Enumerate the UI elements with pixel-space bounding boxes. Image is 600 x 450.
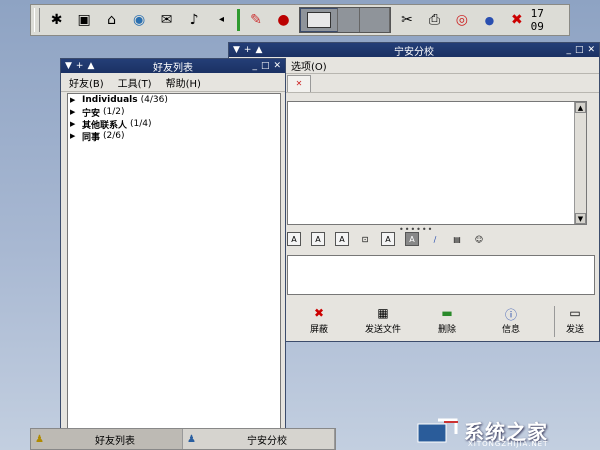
pager-desktop-4[interactable] [300,8,339,32]
group-count: (1/2) [103,107,125,117]
send-button[interactable]: ▭ 发送 [554,306,595,337]
send-label: 发送 [565,325,584,335]
maximize-icon[interactable]: □ [261,61,270,71]
font-icon[interactable]: A [381,232,395,246]
delete-button[interactable]: ▬ 删除 [415,306,479,337]
menu-icon[interactable]: ▼ [233,45,240,55]
panel-clock[interactable]: 17 09 [531,7,563,33]
buddy-titlebar[interactable]: ▼ + ▲ 好友列表 _ □ ✕ [61,59,285,74]
menu-buddies[interactable]: 好友(B) [69,75,104,90]
delete-label: 删除 [437,325,456,335]
tab-close-icon[interactable]: ✕ [287,74,311,92]
panel-grip[interactable] [34,8,40,32]
expander-icon[interactable]: ▶ [70,132,82,140]
file-manager-icon[interactable]: ⌂ [100,8,123,32]
delete-icon: ▬ [441,306,453,320]
buddy-tree[interactable]: ▶ Individuals (4/36) ▶ 宁安 (1/2) ▶ 其他联系人 … [67,93,281,433]
taskbar: ♟ 好友列表 ♟ 宁安分校 [30,428,336,450]
format-toolbar: A A A ⊡ A A ∕ ▤ ☺ [287,231,593,247]
pin-icon[interactable]: + [76,61,84,71]
close-icon[interactable]: ✕ [587,45,595,55]
expander-icon[interactable]: ▶ [70,96,82,104]
taskbar-item-buddy-list[interactable]: ♟ 好友列表 [31,429,183,449]
top-panel: ✱ ▣ ⌂ ◉ ✉ ♪ ◂ ✎ ● ✂ ⎙ ◎ ● ✖ 17 09 [30,4,570,36]
taskbar-item-chat[interactable]: ♟ 宁安分校 [183,429,335,449]
text-size-up-icon[interactable]: A [311,232,325,246]
send-icon: ▭ [569,306,581,320]
config-icon[interactable]: ✂ [395,8,418,32]
block-icon: ✖ [313,306,325,320]
launcher-icon[interactable]: ✱ [45,8,68,32]
chat-app-icon: ♟ [187,433,196,445]
minimize-icon[interactable]: _ [566,45,571,55]
group-count: (2/6) [103,131,125,141]
info-icon[interactable]: ● [478,8,501,32]
group-name: 同事 [82,132,101,143]
menu-options[interactable]: 选项(O) [291,58,327,73]
scroll-down-icon[interactable]: ▼ [575,213,586,224]
group-name: Individuals [82,95,138,105]
group-row[interactable]: ▶ 宁安 (1/2) [68,106,280,119]
panel-separator [237,9,241,31]
history-scrollbar[interactable]: ▲ ▼ [574,102,586,224]
background-icon[interactable]: A [405,232,419,246]
games-icon[interactable]: ● [272,8,295,32]
text-size-down-icon[interactable]: A [335,232,349,246]
close-icon[interactable]: ✕ [273,61,281,71]
minimize-icon[interactable]: _ [252,61,257,71]
pager-desktop-3[interactable] [360,8,391,32]
text-editor-icon[interactable]: ✎ [244,8,267,32]
mute-icon[interactable]: ◂ [210,8,233,32]
logout-icon[interactable]: ✖ [505,8,528,32]
mail-icon[interactable]: ✉ [155,8,178,32]
chat-title: 宁安分校 [394,46,434,58]
link-icon[interactable]: ∕ [429,233,441,245]
chat-titlebar[interactable]: ▼ + ▲ 宁安分校 _ □ ✕ [229,43,599,58]
watermark: 系统之家 XITONGZHIJIA.NET [412,414,598,448]
menu-help[interactable]: 帮助(H) [166,75,201,90]
menu-icon[interactable]: ▼ [65,61,72,71]
bold-icon[interactable]: A [287,232,301,246]
group-row[interactable]: ▶ 其他联系人 (1/4) [68,118,280,131]
chat-history[interactable]: ▲ ▼ [287,101,587,225]
help-icon[interactable]: ◎ [450,8,473,32]
group-row[interactable]: ▶ 同事 (2/6) [68,130,280,143]
smiley-icon[interactable]: ☺ [473,233,485,245]
image-icon[interactable]: ⊡ [359,233,371,245]
send-file-label: 发送文件 [364,325,401,335]
block-label: 屏蔽 [309,325,328,335]
pin-icon[interactable]: + [244,45,252,55]
group-count: (4/36) [140,95,168,105]
terminal-icon[interactable]: ▣ [72,8,95,32]
buddy-list-window: ▼ + ▲ 好友列表 _ □ ✕ 好友(B) 工具(T) 帮助(H) ▶ Individ… [60,58,286,450]
message-input[interactable] [287,255,595,295]
maximize-icon[interactable]: □ [575,45,584,55]
speaker-icon[interactable]: ♪ [182,8,205,32]
browser-icon[interactable]: ◉ [127,8,150,32]
info-label: 信息 [501,325,520,335]
info-button[interactable]: ⓘ 信息 [479,306,543,337]
block-button[interactable]: ✖ 屏蔽 [287,306,351,337]
insert-icon[interactable]: ▤ [451,233,463,245]
send-file-button[interactable]: ▦ 发送文件 [351,306,415,337]
desktop-pager[interactable] [299,7,392,33]
taskbar-label: 宁安分校 [246,435,287,447]
scroll-up-icon[interactable]: ▲ [575,102,586,113]
watermark-logo-icon [417,418,458,443]
buddy-menubar: 好友(B) 工具(T) 帮助(H) [61,73,285,92]
expander-icon[interactable]: ▶ [70,108,82,116]
menu-tools[interactable]: 工具(T) [118,75,152,90]
group-row[interactable]: ▶ Individuals (4/36) [68,94,280,106]
buddy-app-icon: ♟ [35,433,44,445]
info-button-icon: ⓘ [504,308,517,322]
group-count: (1/4) [130,119,152,129]
taskbar-label: 好友列表 [94,435,135,447]
printer-icon[interactable]: ⎙ [423,8,446,32]
shade-icon[interactable]: ▲ [255,45,262,55]
shade-icon[interactable]: ▲ [87,61,94,71]
expander-icon[interactable]: ▶ [70,120,82,128]
send-file-icon: ▦ [377,306,389,320]
chat-actions: ✖ 屏蔽 ▦ 发送文件 ▬ 删除 ⓘ 信息 ▭ 发送 [287,297,595,337]
watermark-url: XITONGZHIJIA.NET [468,440,549,448]
